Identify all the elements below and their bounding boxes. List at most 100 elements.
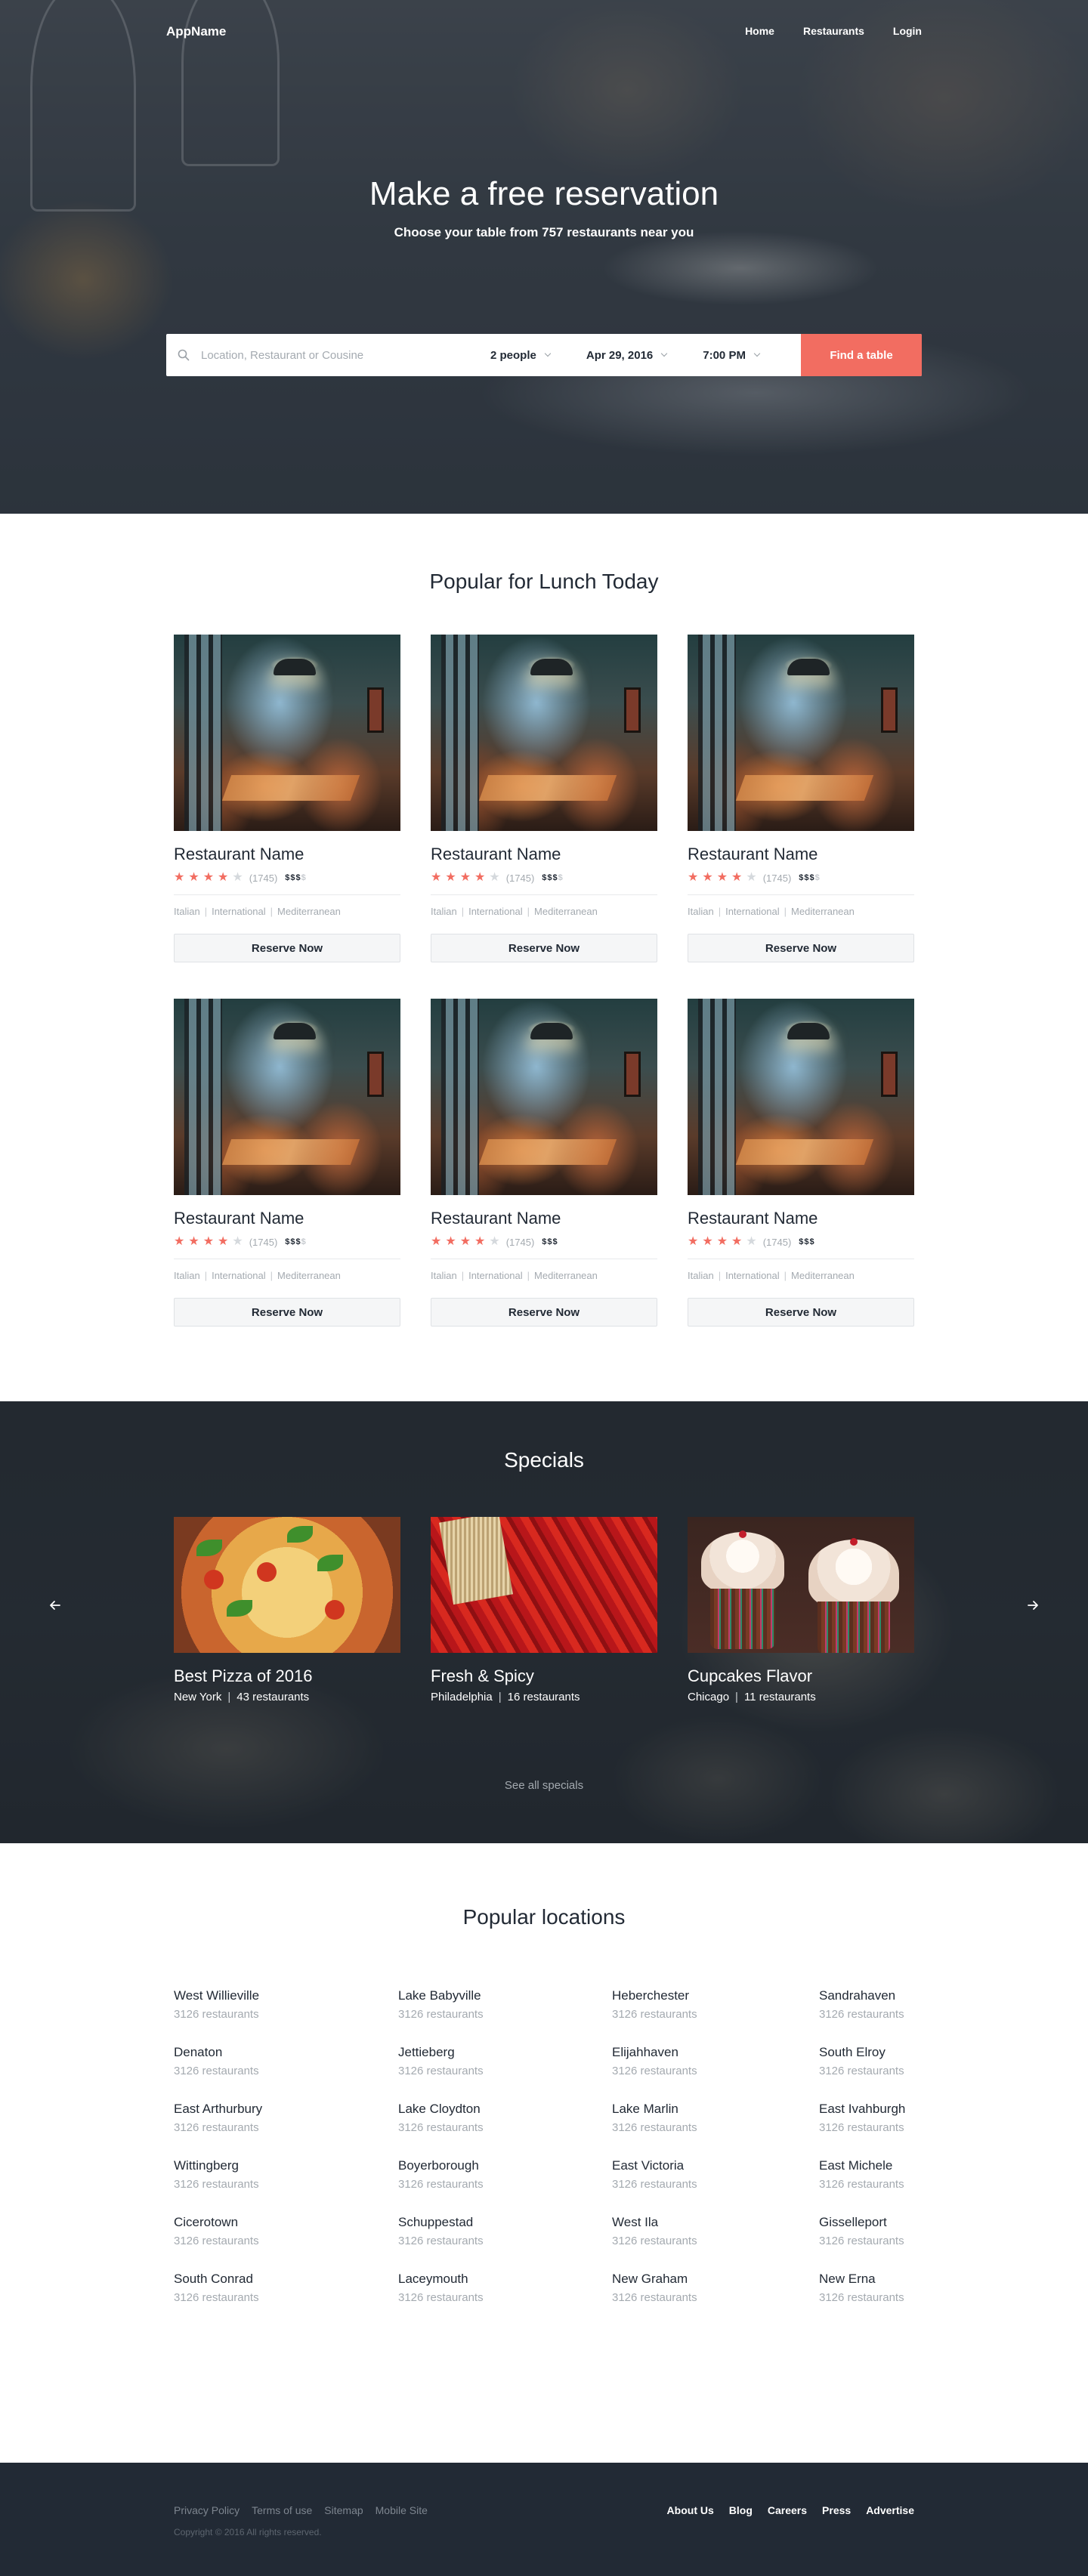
location-item[interactable]: Laceymouth 3126 restaurants bbox=[398, 2272, 484, 2304]
location-item[interactable]: New Erna 3126 restaurants bbox=[819, 2272, 904, 2304]
location-item[interactable]: South Conrad 3126 restaurants bbox=[174, 2272, 259, 2304]
price-level: $$$$ bbox=[285, 873, 306, 882]
location-item[interactable]: Gisselleport 3126 restaurants bbox=[819, 2215, 904, 2247]
location-name[interactable]: Boyerborough bbox=[398, 2158, 484, 2173]
special-title: Fresh & Spicy bbox=[431, 1666, 534, 1685]
location-item[interactable]: West Willieville 3126 restaurants bbox=[174, 1988, 259, 2021]
restaurant-card[interactable]: Restaurant Name ★ ★ ★ ★ ★ (1745) $$$ Italian… bbox=[688, 999, 914, 1327]
location-item[interactable]: Sandrahaven 3126 restaurants bbox=[819, 1988, 904, 2021]
footer-link-careers[interactable]: Careers bbox=[768, 2504, 807, 2516]
reserve-now-button[interactable]: Reserve Now bbox=[688, 934, 914, 962]
location-item[interactable]: Schuppestad 3126 restaurants bbox=[398, 2215, 484, 2247]
time-select[interactable]: 7:00 PM bbox=[703, 349, 761, 362]
location-name[interactable]: Cicerotown bbox=[174, 2215, 259, 2230]
footer-link-mobile[interactable]: Mobile Site bbox=[376, 2504, 428, 2516]
restaurant-name[interactable]: Restaurant Name bbox=[431, 845, 657, 864]
location-item[interactable]: Lake Babyville 3126 restaurants bbox=[398, 1988, 484, 2021]
restaurant-card[interactable]: Restaurant Name ★ ★ ★ ★ ★ (1745) $$$ Italian… bbox=[431, 999, 657, 1327]
search-input[interactable] bbox=[201, 348, 469, 362]
see-all-specials-link[interactable]: See all specials bbox=[0, 1779, 1088, 1792]
reserve-now-button[interactable]: Reserve Now bbox=[174, 1298, 400, 1327]
restaurant-image[interactable] bbox=[174, 999, 400, 1195]
location-name[interactable]: Sandrahaven bbox=[819, 1988, 904, 2003]
restaurant-name[interactable]: Restaurant Name bbox=[174, 1209, 400, 1228]
arrow-right-icon[interactable] bbox=[1022, 1594, 1044, 1617]
restaurant-card[interactable]: Restaurant Name ★ ★ ★ ★ ★ (1745) $$$$ Italia… bbox=[688, 635, 914, 962]
location-item[interactable]: Lake Marlin 3126 restaurants bbox=[612, 2102, 697, 2134]
restaurant-image[interactable] bbox=[431, 635, 657, 831]
location-item[interactable]: Jettieberg 3126 restaurants bbox=[398, 2045, 484, 2077]
location-item[interactable]: Boyerborough 3126 restaurants bbox=[398, 2158, 484, 2191]
restaurant-card[interactable]: Restaurant Name ★ ★ ★ ★ ★ (1745) $$$$ Italia… bbox=[174, 999, 400, 1327]
date-select[interactable]: Apr 29, 2016 bbox=[586, 349, 668, 362]
restaurant-name[interactable]: Restaurant Name bbox=[174, 845, 400, 864]
location-item[interactable]: Lake Cloydton 3126 restaurants bbox=[398, 2102, 484, 2134]
restaurant-card[interactable]: Restaurant Name ★ ★ ★ ★ ★ (1745) $$$$ Italia… bbox=[431, 635, 657, 962]
location-name[interactable]: Lake Cloydton bbox=[398, 2102, 484, 2117]
restaurant-image[interactable] bbox=[174, 635, 400, 831]
party-size-select[interactable]: 2 people bbox=[490, 349, 552, 362]
location-name[interactable]: Gisselleport bbox=[819, 2215, 904, 2230]
location-item[interactable]: Elijahhaven 3126 restaurants bbox=[612, 2045, 697, 2077]
location-name[interactable]: New Graham bbox=[612, 2272, 697, 2287]
location-item[interactable]: Denaton 3126 restaurants bbox=[174, 2045, 259, 2077]
location-item[interactable]: Heberchester 3126 restaurants bbox=[612, 1988, 697, 2021]
location-item[interactable]: East Ivahburgh 3126 restaurants bbox=[819, 2102, 905, 2134]
restaurant-name[interactable]: Restaurant Name bbox=[688, 1209, 914, 1228]
reserve-now-button[interactable]: Reserve Now bbox=[688, 1298, 914, 1327]
location-name[interactable]: Heberchester bbox=[612, 1988, 697, 2003]
restaurant-name[interactable]: Restaurant Name bbox=[688, 845, 914, 864]
location-name[interactable]: Lake Babyville bbox=[398, 1988, 484, 2003]
restaurant-image[interactable] bbox=[688, 635, 914, 831]
price-level: $$$$ bbox=[542, 873, 563, 882]
special-card[interactable]: Cupcakes Flavor Chicago | 11 restaurants bbox=[688, 1517, 914, 1703]
reserve-now-button[interactable]: Reserve Now bbox=[431, 934, 657, 962]
location-name[interactable]: East Arthurbury bbox=[174, 2102, 262, 2117]
find-table-button[interactable]: Find a table bbox=[801, 334, 922, 376]
reserve-now-button[interactable]: Reserve Now bbox=[431, 1298, 657, 1327]
location-name[interactable]: East Ivahburgh bbox=[819, 2102, 905, 2117]
location-name[interactable]: New Erna bbox=[819, 2272, 904, 2287]
location-item[interactable]: East Michele 3126 restaurants bbox=[819, 2158, 904, 2191]
footer-link-advertise[interactable]: Advertise bbox=[866, 2504, 914, 2516]
location-item[interactable]: Cicerotown 3126 restaurants bbox=[174, 2215, 259, 2247]
restaurant-image[interactable] bbox=[688, 999, 914, 1195]
footer-link-blog[interactable]: Blog bbox=[729, 2504, 753, 2516]
nav-login[interactable]: Login bbox=[893, 25, 922, 37]
footer-link-terms[interactable]: Terms of use bbox=[252, 2504, 312, 2516]
location-item[interactable]: East Arthurbury 3126 restaurants bbox=[174, 2102, 262, 2134]
footer-link-press[interactable]: Press bbox=[822, 2504, 851, 2516]
location-name[interactable]: Denaton bbox=[174, 2045, 259, 2060]
special-card[interactable]: Fresh & Spicy Philadelphia | 16 restaurant… bbox=[431, 1517, 657, 1703]
nav-home[interactable]: Home bbox=[745, 25, 774, 37]
location-item[interactable]: New Graham 3126 restaurants bbox=[612, 2272, 697, 2304]
location-item[interactable]: West Ila 3126 restaurants bbox=[612, 2215, 697, 2247]
location-name[interactable]: West Ila bbox=[612, 2215, 697, 2230]
restaurant-image[interactable] bbox=[431, 999, 657, 1195]
location-name[interactable]: West Willieville bbox=[174, 1988, 259, 2003]
nav-restaurants[interactable]: Restaurants bbox=[803, 25, 864, 37]
arrow-left-icon[interactable] bbox=[44, 1594, 66, 1617]
location-name[interactable]: Wittingberg bbox=[174, 2158, 259, 2173]
footer-link-sitemap[interactable]: Sitemap bbox=[324, 2504, 363, 2516]
special-card[interactable]: Best Pizza of 2016 New York | 43 restauran… bbox=[174, 1517, 400, 1703]
location-name[interactable]: Elijahhaven bbox=[612, 2045, 697, 2060]
location-name[interactable]: Jettieberg bbox=[398, 2045, 484, 2060]
location-name[interactable]: Laceymouth bbox=[398, 2272, 484, 2287]
location-name[interactable]: South Elroy bbox=[819, 2045, 904, 2060]
footer-link-privacy[interactable]: Privacy Policy bbox=[174, 2504, 240, 2516]
location-name[interactable]: East Michele bbox=[819, 2158, 904, 2173]
location-name[interactable]: East Victoria bbox=[612, 2158, 697, 2173]
star-icon: ★ bbox=[174, 1235, 185, 1248]
location-item[interactable]: East Victoria 3126 restaurants bbox=[612, 2158, 697, 2191]
location-item[interactable]: Wittingberg 3126 restaurants bbox=[174, 2158, 259, 2191]
restaurant-name[interactable]: Restaurant Name bbox=[431, 1209, 657, 1228]
location-name[interactable]: Schuppestad bbox=[398, 2215, 484, 2230]
restaurant-card[interactable]: Restaurant Name ★ ★ ★ ★ ★ (1745) $$$$ Italia… bbox=[174, 635, 400, 962]
location-item[interactable]: South Elroy 3126 restaurants bbox=[819, 2045, 904, 2077]
location-name[interactable]: Lake Marlin bbox=[612, 2102, 697, 2117]
location-name[interactable]: South Conrad bbox=[174, 2272, 259, 2287]
app-logo[interactable]: AppName bbox=[166, 24, 226, 39]
reserve-now-button[interactable]: Reserve Now bbox=[174, 934, 400, 962]
footer-link-about[interactable]: About Us bbox=[667, 2504, 714, 2516]
